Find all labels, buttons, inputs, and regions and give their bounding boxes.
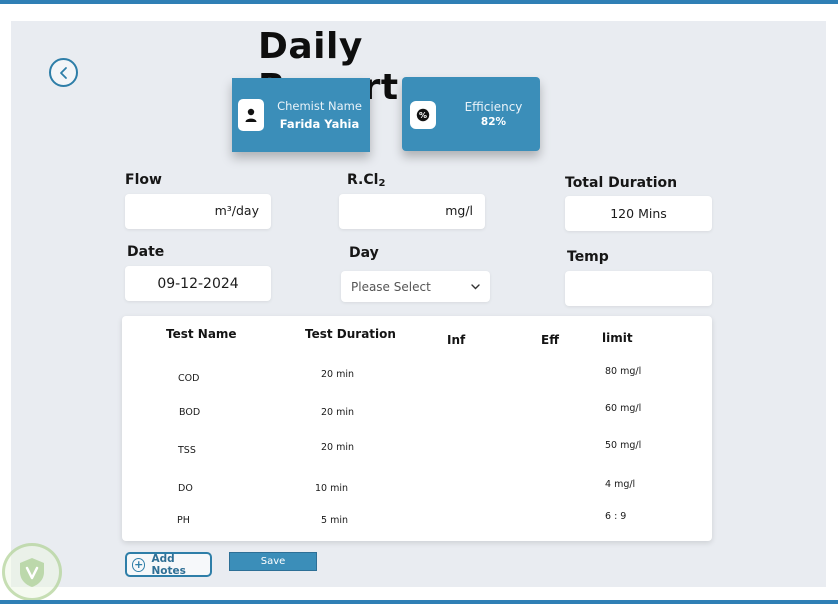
header-inf: Inf: [447, 333, 466, 347]
table-row-name: DO: [178, 483, 193, 494]
plus-circle-icon: +: [132, 557, 146, 572]
date-input[interactable]: 09-12-2024: [125, 266, 271, 301]
day-selected-value: Please Select: [351, 279, 431, 294]
tests-table: Test Name Test Duration Inf Eff limit CO…: [122, 316, 712, 541]
table-row-duration: 5 min: [321, 515, 348, 526]
chevron-left-icon: [59, 66, 67, 79]
header-eff: Eff: [541, 333, 559, 347]
flow-label: Flow: [125, 172, 162, 188]
chemist-name-label: Chemist Name: [277, 99, 362, 113]
table-row-limit: 4 mg/l: [605, 479, 636, 490]
efficiency-card: % Efficiency 82%: [402, 77, 540, 151]
person-icon: [238, 99, 264, 131]
flow-input[interactable]: m³/day: [125, 194, 271, 229]
total-duration-value: 120 Mins: [610, 206, 667, 221]
bottom-frame-bar: [0, 600, 838, 604]
chemist-name-value: Farida Yahia: [279, 117, 360, 131]
efficiency-value: 82%: [480, 116, 507, 128]
table-row-duration: 10 min: [315, 483, 349, 494]
table-row-name: TSS: [178, 445, 196, 456]
chemist-name-card: Chemist Name Farida Yahia: [232, 78, 370, 152]
efficiency-label: Efficiency: [464, 100, 523, 114]
header-test-duration: Test Duration: [305, 327, 396, 341]
header-test-name: Test Name: [166, 327, 237, 341]
percent-icon: %: [410, 101, 436, 129]
temp-input[interactable]: [565, 271, 712, 306]
rcl2-input[interactable]: mg/l: [339, 194, 485, 229]
temp-label: Temp: [567, 249, 609, 265]
chevron-down-icon: [471, 283, 480, 289]
day-label: Day: [349, 245, 379, 261]
flow-unit: m³/day: [214, 203, 259, 218]
table-row-duration: 20 min: [321, 369, 355, 380]
total-duration-label: Total Duration: [565, 175, 678, 191]
table-row-duration: 20 min: [321, 442, 355, 453]
shield-logo-icon: [2, 543, 62, 601]
top-frame-bar: [0, 0, 838, 4]
rcl2-label: R.Cl2: [347, 172, 386, 189]
table-row-limit: 80 mg/l: [605, 366, 642, 377]
table-row-name: PH: [177, 515, 190, 526]
svg-text:%: %: [419, 111, 427, 120]
rcl2-unit: mg/l: [445, 203, 473, 218]
header-limit: limit: [602, 331, 633, 345]
date-value: 09-12-2024: [157, 275, 239, 292]
add-notes-label: Add Notes: [151, 552, 186, 577]
table-row-limit: 60 mg/l: [605, 403, 642, 414]
back-button[interactable]: [49, 58, 78, 87]
day-select[interactable]: Please Select: [341, 271, 490, 302]
table-row-limit: 6 : 9: [605, 511, 627, 522]
save-button[interactable]: Save: [229, 552, 317, 571]
date-label: Date: [127, 244, 165, 260]
table-row-duration: 20 min: [321, 407, 355, 418]
add-notes-button[interactable]: + Add Notes: [125, 552, 212, 577]
total-duration-field[interactable]: 120 Mins: [565, 196, 712, 231]
table-row-name: BOD: [179, 407, 201, 418]
table-row-name: COD: [178, 373, 200, 384]
table-row-limit: 50 mg/l: [605, 440, 642, 451]
